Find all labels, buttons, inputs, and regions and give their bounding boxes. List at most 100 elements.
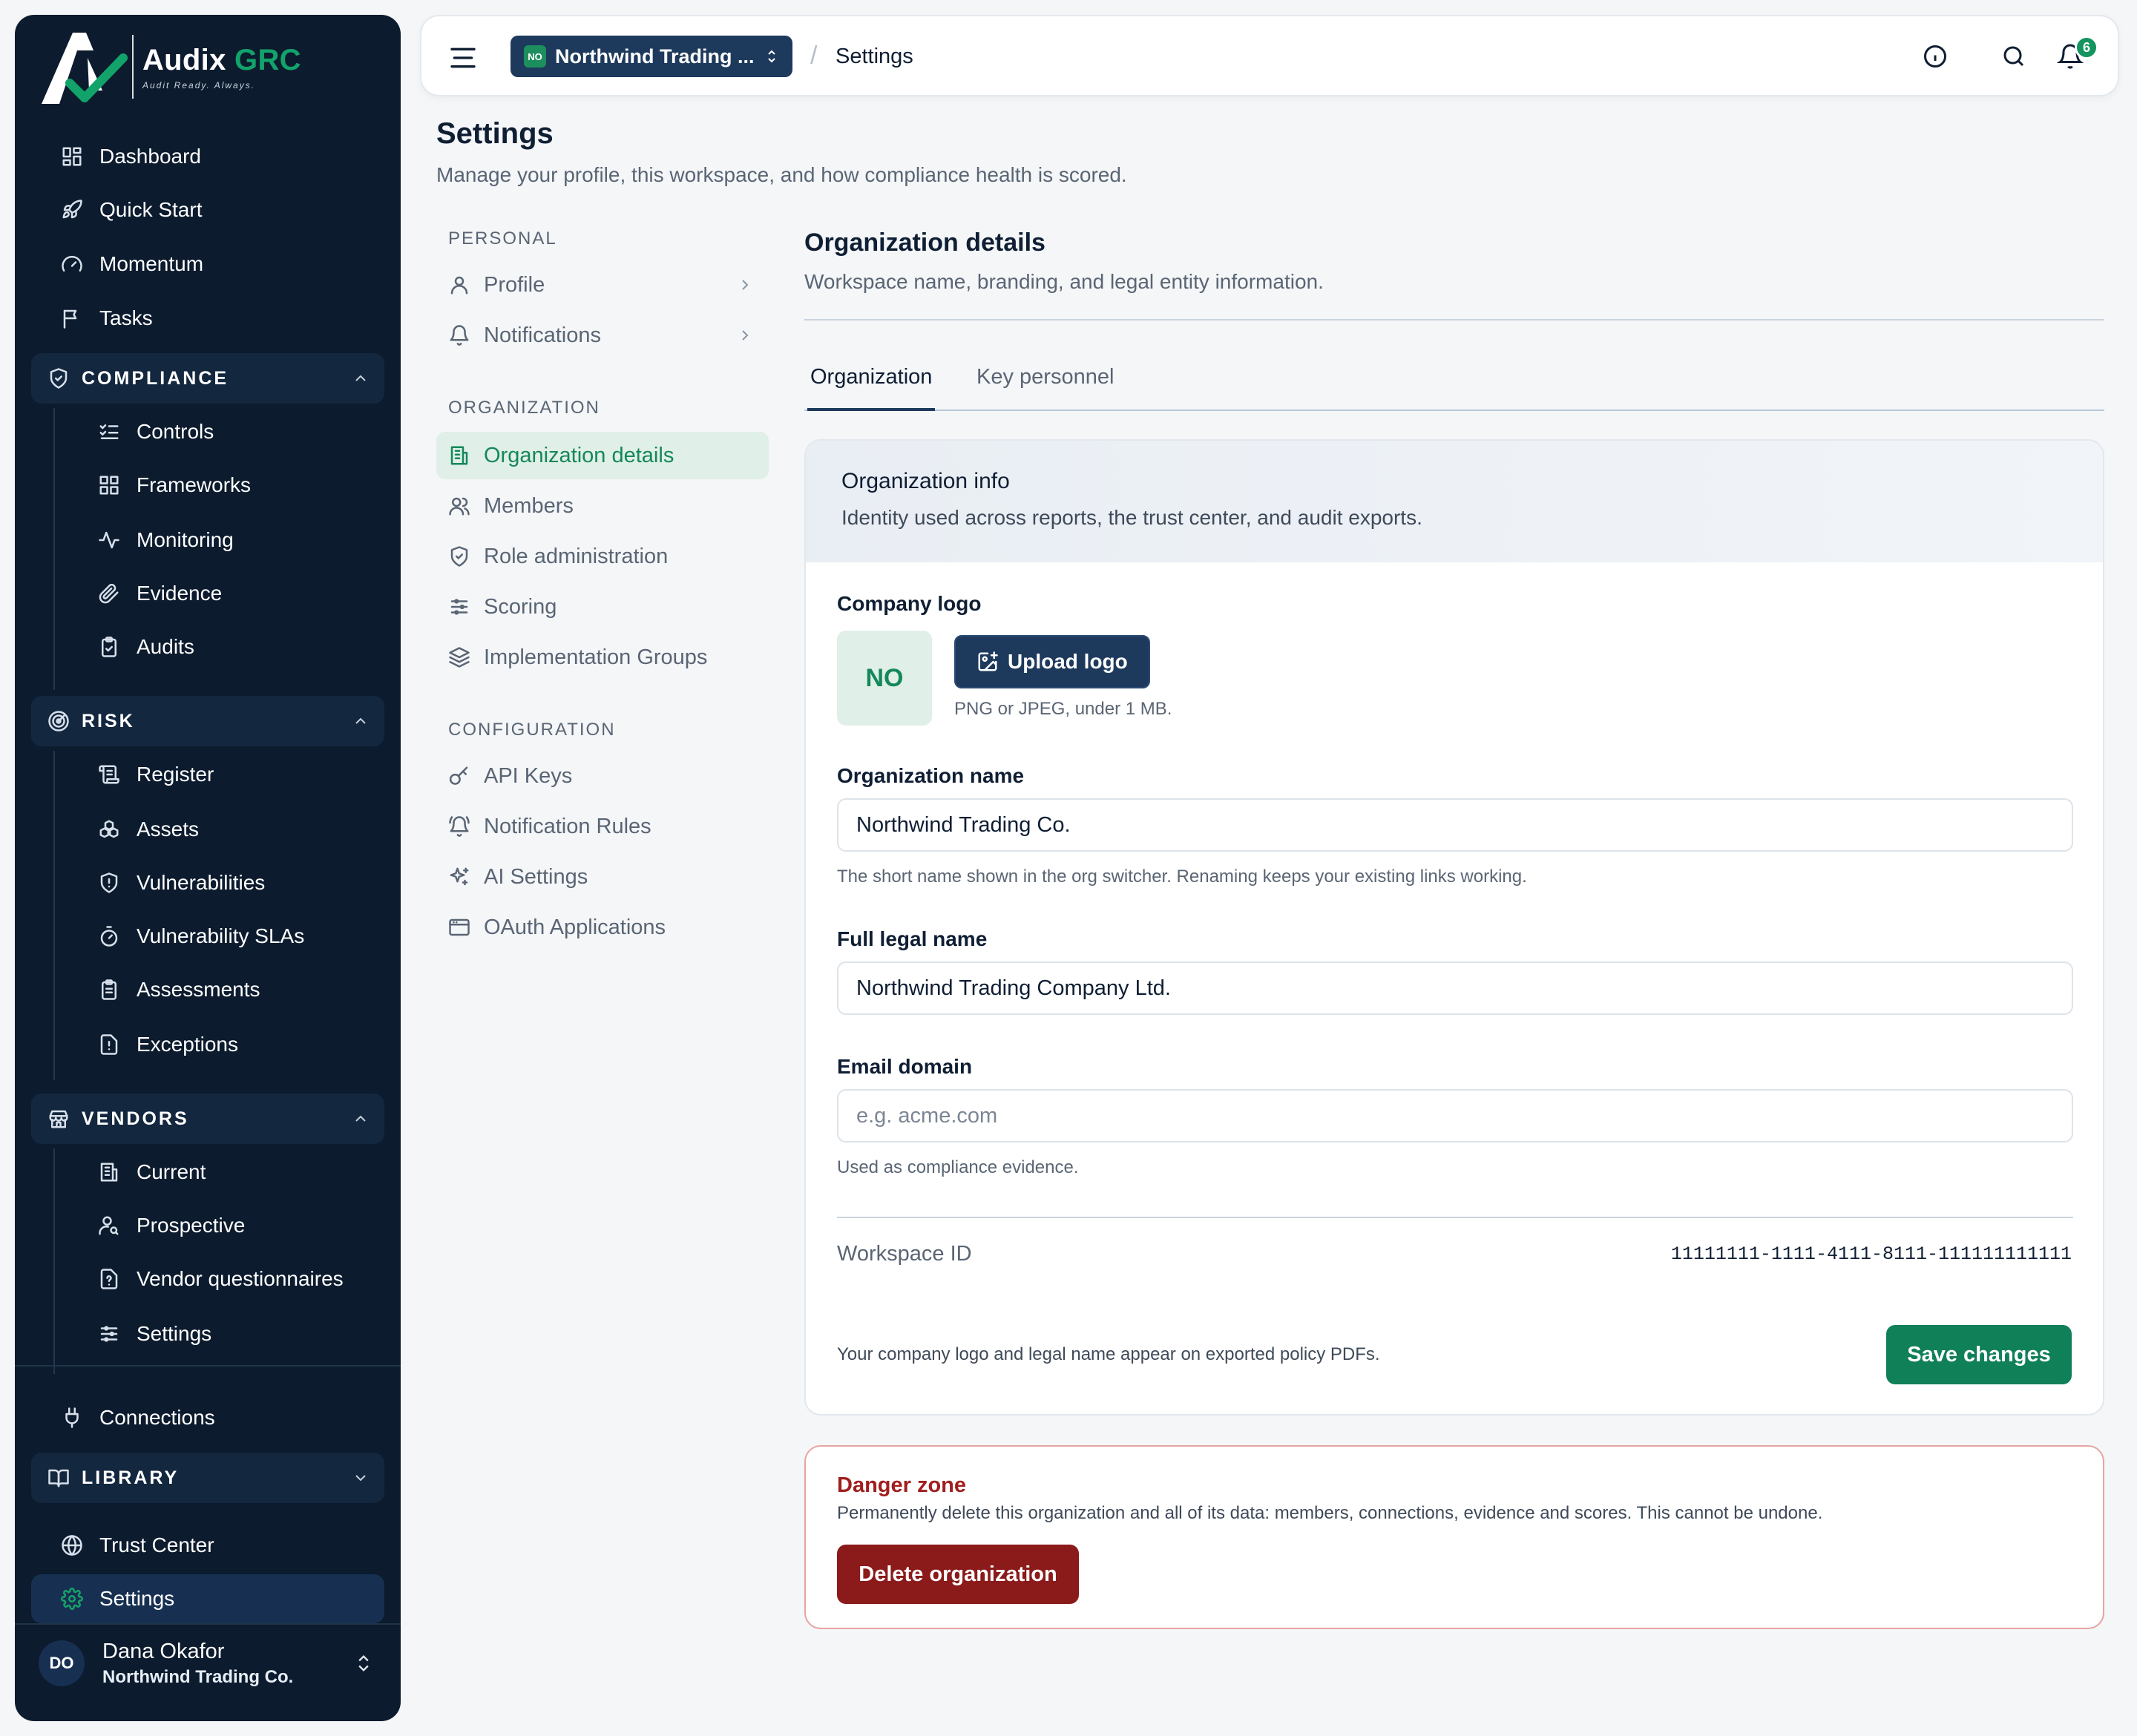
sidebar-divider [15, 1623, 401, 1625]
section-label: RISK [82, 710, 135, 731]
sidebar-item-settings[interactable]: Settings [31, 1574, 384, 1623]
section-label: COMPLIANCE [82, 367, 229, 389]
card-header: Organization info Identity used across r… [806, 441, 2103, 562]
settings-nav-implementation-groups[interactable]: Implementation Groups [436, 634, 769, 681]
settings-nav-label: Members [484, 493, 574, 518]
sidebar-item-dashboard[interactable]: Dashboard [31, 132, 384, 181]
building-icon [100, 1163, 118, 1182]
sidebar-item-quick-start[interactable]: Quick Start [31, 185, 384, 234]
save-changes-button[interactable]: Save changes [1886, 1325, 2072, 1384]
settings-nav-api-keys[interactable]: API Keys [436, 752, 769, 800]
full-legal-name-input[interactable] [837, 961, 2073, 1015]
card-subtitle: Identity used across reports, the trust … [841, 506, 1422, 529]
sidebar-item-label: Controls [137, 420, 214, 443]
settings-nav-label: Notification Rules [484, 814, 651, 838]
organization-info-card: Organization info Identity used across r… [804, 439, 2104, 1416]
search-icon[interactable] [2000, 43, 2027, 70]
store-icon [49, 1110, 68, 1128]
settings-nav-members[interactable]: Members [436, 482, 769, 530]
grid-icon [99, 476, 119, 495]
user-org: Northwind Trading Co. [102, 1666, 294, 1687]
settings-nav-scoring[interactable]: Scoring [436, 583, 769, 631]
sidebar-item-controls[interactable]: Controls [68, 410, 380, 454]
section-vendors[interactable]: VENDORS [31, 1094, 384, 1144]
sidebar-item-connections[interactable]: Connections [31, 1393, 384, 1442]
settings-nav-label: API Keys [484, 763, 573, 788]
file-warning-icon [100, 1034, 118, 1055]
sidebar-item-label: Exceptions [137, 1033, 238, 1056]
section-label: VENDORS [82, 1108, 189, 1129]
settings-nav-label: Role administration [484, 544, 669, 568]
settings-nav-heading-organization: ORGANIZATION [448, 398, 600, 418]
sidebar-item-assessments[interactable]: Assessments [68, 967, 380, 1012]
sidebar-item-trust-center[interactable]: Trust Center [31, 1521, 384, 1570]
sidebar-item-assets[interactable]: Assets [68, 807, 380, 852]
settings-nav-role-administration[interactable]: Role administration [436, 533, 769, 580]
sidebar-item-label: Monitoring [137, 528, 234, 551]
organization-name-hint: The short name shown in the org switcher… [837, 867, 1527, 887]
chevron-up-icon [355, 375, 366, 381]
organization-name-input[interactable] [837, 798, 2073, 852]
settings-nav-profile[interactable]: Profile [436, 261, 769, 309]
user-search-icon [99, 1216, 119, 1235]
info-icon[interactable] [1922, 43, 1949, 70]
settings-nav-organization-details[interactable]: Organization details [436, 432, 769, 479]
tab-organization[interactable]: Organization [807, 365, 936, 411]
sidebar-item-label: Settings [137, 1322, 212, 1345]
rocket-icon [62, 200, 82, 219]
sidebar-item-label: Evidence [137, 582, 223, 605]
bell-ring-icon [449, 816, 470, 837]
upload-logo-button[interactable]: Upload logo [954, 635, 1150, 688]
settings-nav-heading-personal: PERSONAL [448, 228, 557, 249]
sidebar-item-vulnerabilities[interactable]: Vulnerabilities [68, 861, 380, 905]
section-library[interactable]: LIBRARY [31, 1453, 384, 1503]
sidebar-item-label: Quick Start [99, 198, 203, 221]
card-title: Organization info [841, 469, 1010, 493]
sidebar-item-label: Momentum [99, 252, 204, 275]
key-icon [449, 766, 468, 785]
delete-organization-button[interactable]: Delete organization [837, 1545, 1079, 1604]
workspace-id-value: 11111111-1111-4111-8111-111111111111 [1670, 1243, 2072, 1265]
sidebar-item-evidence[interactable]: Evidence [68, 571, 380, 616]
sidebar-item-vendor-settings[interactable]: Settings [68, 1312, 380, 1356]
settings-nav-ai-settings[interactable]: AI Settings [436, 853, 769, 901]
sidebar-item-exceptions[interactable]: Exceptions [68, 1022, 380, 1067]
sidebar-item-vulnerability-slas[interactable]: Vulnerability SLAs [68, 914, 380, 959]
org-switcher[interactable]: NO Northwind Trading ... [511, 36, 792, 77]
sidebar-item-label: Trust Center [99, 1533, 214, 1556]
section-risk[interactable]: RISK [31, 696, 384, 746]
sidebar-item-label: Register [137, 763, 214, 786]
settings-nav-label: Notifications [484, 323, 601, 347]
section-subtitle: Workspace name, branding, and legal enti… [804, 270, 1324, 293]
sidebar-item-frameworks[interactable]: Frameworks [68, 463, 380, 507]
chevron-right-icon [742, 280, 749, 290]
tree-line [53, 751, 55, 1080]
tab-key-personnel[interactable]: Key personnel [974, 365, 1117, 410]
boxes-icon [99, 820, 119, 838]
company-logo-label: Company logo [837, 592, 982, 615]
sidebar-item-current[interactable]: Current [68, 1150, 380, 1194]
settings-nav-notification-rules[interactable]: Notification Rules [436, 803, 769, 850]
file-question-icon [100, 1269, 118, 1289]
sidebar: Audix GRC Audit Ready. Always. Dashboard… [15, 15, 401, 1721]
settings-nav-notifications[interactable]: Notifications [436, 312, 769, 359]
user-menu[interactable]: DO Dana Okafor Northwind Trading Co. [31, 1626, 384, 1700]
settings-nav-oauth-applications[interactable]: OAuth Applications [436, 904, 769, 951]
brand-logo[interactable]: Audix GRC Audit Ready. Always. [40, 22, 301, 111]
sidebar-item-monitoring[interactable]: Monitoring [68, 518, 380, 562]
sidebar-item-audits[interactable]: Audits [68, 625, 380, 669]
sidebar-item-momentum[interactable]: Momentum [31, 240, 384, 289]
page-title: Settings [436, 117, 554, 150]
section-compliance[interactable]: COMPLIANCE [31, 353, 384, 404]
list-checks-icon [99, 424, 119, 439]
sidebar-item-vendor-questionnaires[interactable]: Vendor questionnaires [68, 1257, 380, 1301]
chevrons-up-down-icon [768, 50, 775, 63]
email-domain-input[interactable] [837, 1089, 2073, 1142]
sidebar-item-label: Vulnerability SLAs [137, 924, 305, 947]
user-name: Dana Okafor [102, 1639, 225, 1663]
sidebar-item-tasks[interactable]: Tasks [31, 294, 384, 343]
tab-bar: Organization Key personnel [804, 356, 2104, 411]
sidebar-item-register[interactable]: Register [68, 752, 380, 797]
menu-icon[interactable] [448, 43, 478, 73]
sidebar-item-prospective[interactable]: Prospective [68, 1203, 380, 1248]
